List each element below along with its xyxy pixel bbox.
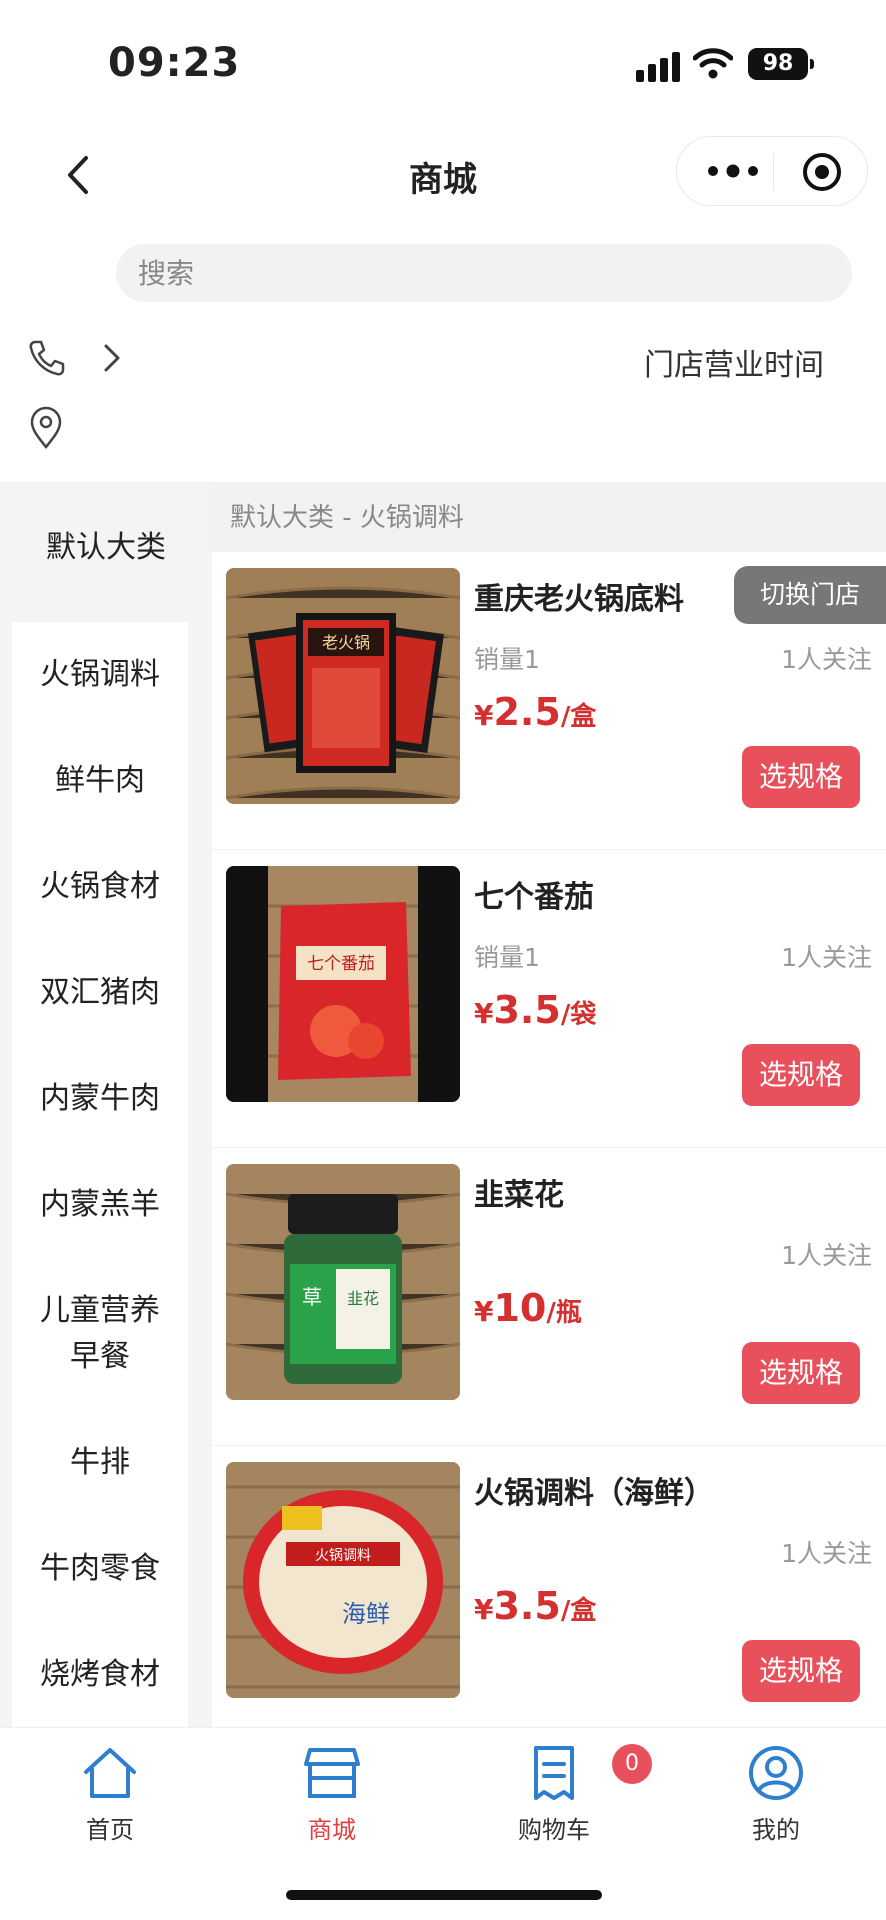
tab-cart-label: 购物车 — [518, 1816, 590, 1844]
select-spec-button[interactable]: 选规格 — [742, 1044, 860, 1106]
product-sales: 销量1 — [474, 645, 540, 674]
switch-store-button[interactable]: 切换门店 — [734, 566, 886, 624]
category-item[interactable]: 鲜牛肉 — [12, 728, 188, 834]
wifi-icon — [693, 48, 733, 79]
svg-text:韭花: 韭花 — [347, 1289, 379, 1308]
svg-text:七个番茄: 七个番茄 — [307, 954, 375, 974]
product-image[interactable]: 草 韭花 — [226, 1164, 460, 1400]
status-time: 09:23 — [108, 40, 241, 86]
product-sales: 销量1 — [474, 943, 540, 972]
product-follow-count: 1人关注 — [781, 1539, 872, 1568]
product-name[interactable]: 火锅调料（海鲜） — [474, 1468, 714, 1512]
category-item[interactable]: 牛排 — [12, 1410, 188, 1516]
chevron-right-icon[interactable] — [100, 342, 124, 374]
category-item[interactable]: 内蒙牛肉 — [12, 1046, 188, 1152]
tab-mine[interactable]: 我的 — [716, 1744, 836, 1845]
signal-icon — [636, 52, 684, 82]
svg-text:老火锅: 老火锅 — [322, 633, 370, 652]
svg-text:海鲜: 海鲜 — [342, 1600, 390, 1628]
product-card[interactable]: 火锅调料 海鲜 火锅调料（海鲜） 1人关注 ¥3.5/盒 选规格 — [212, 1446, 886, 1744]
product-name[interactable]: 重庆老火锅底料 — [474, 574, 684, 618]
tab-mall[interactable]: 商城 — [272, 1744, 392, 1845]
home-icon — [84, 1748, 136, 1798]
search-bar[interactable] — [116, 244, 852, 302]
product-follow-count: 1人关注 — [781, 943, 872, 972]
location-pin-icon[interactable] — [26, 404, 66, 450]
search-input[interactable] — [116, 244, 852, 302]
battery-indicator: 98 — [748, 48, 814, 80]
product-price: ¥3.5/盒 — [474, 1584, 597, 1628]
tab-mine-label: 我的 — [752, 1816, 800, 1844]
category-item[interactable]: 儿童营养 早餐 — [12, 1258, 188, 1410]
category-item[interactable]: 牛肉零食 — [12, 1516, 188, 1622]
tab-mall-label: 商城 — [308, 1816, 356, 1844]
category-list: 火锅调料 鲜牛肉 火锅食材 双汇猪肉 内蒙牛肉 内蒙羔羊 儿童营养 早餐 牛排 … — [12, 622, 188, 1727]
status-bar: 09:23 98 — [0, 0, 886, 120]
category-item[interactable]: 火锅调料 — [12, 622, 188, 728]
select-spec-button[interactable]: 选规格 — [742, 1640, 860, 1702]
tab-cart[interactable]: 购物车 — [494, 1744, 614, 1845]
phone-icon[interactable] — [26, 338, 66, 378]
product-name[interactable]: 七个番茄 — [474, 872, 594, 916]
product-image[interactable]: 火锅调料 海鲜 — [226, 1462, 460, 1698]
category-item[interactable]: 内蒙羔羊 — [12, 1152, 188, 1258]
product-card[interactable]: 七个番茄 七个番茄 销量1 1人关注 ¥3.5/袋 选规格 — [212, 850, 886, 1148]
category-top[interactable]: 默认大类 — [0, 482, 212, 622]
breadcrumb: 默认大类 - 火锅调料 — [212, 482, 886, 552]
category-item[interactable]: 双汇猪肉 — [12, 940, 188, 1046]
product-price: ¥10/瓶 — [474, 1286, 582, 1330]
product-name[interactable]: 韭菜花 — [474, 1170, 564, 1214]
svg-text:火锅调料: 火锅调料 — [315, 1548, 371, 1564]
home-indicator — [286, 1890, 602, 1900]
category-item[interactable]: 烧烤食材 — [12, 1622, 188, 1728]
receipt-icon — [534, 1746, 574, 1800]
more-icon[interactable] — [705, 161, 761, 181]
product-card[interactable]: 草 韭花 韭菜花 1人关注 ¥10/瓶 选规格 — [212, 1148, 886, 1446]
product-price: ¥3.5/袋 — [474, 988, 597, 1032]
nav-bar: 商城 — [0, 120, 886, 230]
product-follow-count: 1人关注 — [781, 1241, 872, 1270]
svg-text:草: 草 — [302, 1285, 322, 1309]
mini-program-capsule — [676, 136, 868, 206]
product-image[interactable]: 老火锅 — [226, 568, 460, 804]
cart-count-badge: 0 — [612, 1744, 652, 1784]
tab-home-label: 首页 — [86, 1816, 134, 1844]
capsule-divider — [773, 153, 774, 191]
select-spec-button[interactable]: 选规格 — [742, 1342, 860, 1404]
select-spec-button[interactable]: 选规格 — [742, 746, 860, 808]
product-price: ¥2.5/盒 — [474, 690, 597, 734]
category-item[interactable]: 火锅食材 — [12, 834, 188, 940]
user-icon — [749, 1746, 803, 1800]
store-icon — [304, 1748, 360, 1798]
store-hours-link[interactable]: 门店营业时间 — [644, 340, 824, 384]
product-follow-count: 1人关注 — [781, 645, 872, 674]
product-image[interactable]: 七个番茄 — [226, 866, 460, 1102]
tab-home[interactable]: 首页 — [50, 1744, 170, 1845]
close-miniprogram-icon[interactable] — [801, 151, 843, 193]
